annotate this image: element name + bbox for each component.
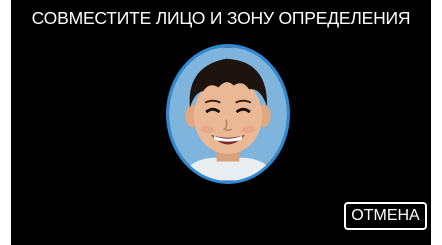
cancel-button[interactable]: ОТМЕНА	[344, 202, 427, 230]
child-face-photo	[169, 47, 287, 181]
camera-screen: СОВМЕСТИТЕ ЛИЦО И ЗОНУ ОПРЕДЕЛЕНИЯ ОТМЕН…	[11, 0, 431, 245]
instruction-text: СОВМЕСТИТЕ ЛИЦО И ЗОНУ ОПРЕДЕЛЕНИЯ	[31, 8, 411, 28]
face-detection-zone	[166, 44, 290, 184]
